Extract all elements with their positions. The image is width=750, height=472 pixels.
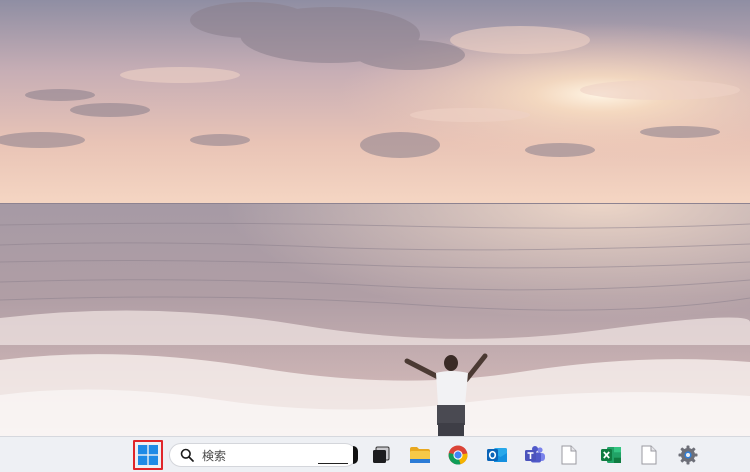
windows-logo-icon [138, 445, 158, 465]
search-underline [318, 463, 348, 464]
excel-icon [601, 447, 621, 463]
document-icon [641, 445, 657, 465]
taskbar-search[interactable]: 検索 [169, 443, 358, 467]
gear-icon [678, 445, 698, 465]
wallpaper [0, 0, 750, 436]
task-view-icon [373, 446, 390, 463]
folder-icon [410, 447, 430, 463]
desktop: 検索 [0, 0, 750, 472]
excel-button[interactable] [597, 441, 625, 469]
chrome-button[interactable] [444, 441, 472, 469]
start-button[interactable] [133, 440, 163, 470]
teams-icon [525, 446, 545, 463]
settings-button[interactable] [674, 441, 702, 469]
document-button[interactable] [555, 441, 583, 469]
search-placeholder: 検索 [202, 448, 227, 463]
outlook-button[interactable] [483, 441, 511, 469]
task-view-button[interactable] [367, 441, 395, 469]
chrome-icon [448, 445, 468, 465]
document-icon [561, 445, 577, 465]
teams-button[interactable] [521, 441, 549, 469]
search-edge [353, 446, 358, 464]
file-explorer-button[interactable] [406, 441, 434, 469]
outlook-icon [487, 448, 507, 462]
search-icon [179, 447, 195, 463]
document-button-2[interactable] [635, 441, 663, 469]
taskbar: 検索 [0, 436, 750, 472]
